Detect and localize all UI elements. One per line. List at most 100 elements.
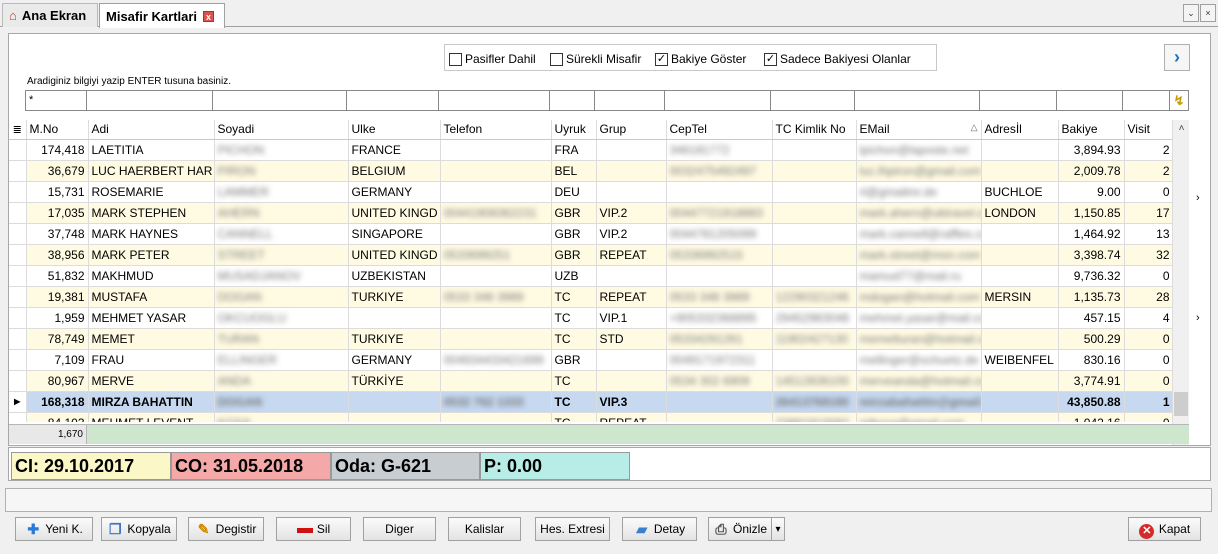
column-header[interactable]: TC Kimlik No [772,120,857,140]
table-cell[interactable]: 28 [1124,286,1172,308]
table-cell[interactable]: KOSA [214,412,349,422]
table-cell[interactable]: 11902427130 [772,328,857,350]
table-cell[interactable]: WEIBENFEL [981,349,1059,371]
expand-right-icon[interactable]: › [1196,192,1200,204]
table-cell[interactable]: 174,418 [26,139,89,161]
table-cell[interactable]: LONDON [981,202,1059,224]
table-cell[interactable]: 0049171972311 [666,349,773,371]
table-cell[interactable]: 1,042.16 [1058,412,1125,422]
table-cell[interactable] [596,265,667,287]
table-cell[interactable] [348,391,441,413]
table-cell[interactable]: mlkosa@gmail.com [856,412,982,422]
table-cell[interactable]: ELLINGER [214,349,349,371]
column-filter-input[interactable] [439,90,550,111]
table-cell[interactable]: UNITED KINGD [348,202,441,224]
table-cell[interactable]: MAKHMUD [88,265,215,287]
table-row[interactable]: 84,103 MEHMET LEVENT KOSA TC REPEAT 238819100… [9,412,1172,422]
table-cell[interactable]: 500.29 [1058,328,1125,350]
table-cell[interactable]: LAETITIA [88,139,215,161]
table-row[interactable]: 1,959 MEHMET YASAR OKCUOGLU TC VIP.1 +9053323… [9,307,1172,329]
table-cell[interactable] [440,265,552,287]
table-row[interactable]: 51,832 MAKHMUD MUSADJANOV UZBEKISTAN UZB mamu… [9,265,1172,287]
scroll-up-icon[interactable]: ˄ [1173,120,1190,137]
table-cell[interactable]: MERSIN [981,286,1059,308]
table-cell[interactable]: mark.ahern@uktravel.com [856,202,982,224]
table-cell[interactable]: MARK HAYNES [88,223,215,245]
table-cell[interactable]: 1 [1124,391,1172,413]
table-cell[interactable]: memetturan@hotmail.com [856,328,982,350]
table-cell[interactable]: MEHMET LEVENT [88,412,215,422]
table-cell[interactable] [348,307,441,329]
table-cell[interactable]: 0044781205099 [666,223,773,245]
table-cell[interactable]: 0 [1124,412,1172,422]
table-cell[interactable]: 51,832 [26,265,89,287]
kalislar-button[interactable]: Kalislar [448,517,521,541]
table-cell[interactable]: 80,967 [26,370,89,392]
yeni-kart-button[interactable]: ✚ Yeni K. [15,517,93,541]
table-cell[interactable] [666,265,773,287]
table-cell[interactable]: 346181772 [666,139,773,161]
table-cell[interactable]: MUSADJANOV [214,265,349,287]
table-cell[interactable]: DOGAN [214,391,349,413]
row-indicator[interactable] [9,307,27,329]
table-cell[interactable]: OKCUOGLU [214,307,349,329]
row-indicator[interactable] [9,181,27,203]
tab-ana-ekran[interactable]: ⌂ Ana Ekran [2,3,98,27]
table-cell[interactable]: UZB [551,265,597,287]
column-filter-input[interactable] [87,90,213,111]
row-indicator[interactable] [9,139,27,161]
table-cell[interactable]: UZBEKISTAN [348,265,441,287]
table-row[interactable]: 17,035 MARK STEPHEN AHERN UNITED KINGD 00441… [9,202,1172,224]
table-cell[interactable]: TURKIYE [348,328,441,350]
table-cell[interactable]: TC [551,412,597,422]
table-cell[interactable]: 0 [1124,328,1172,350]
table-cell[interactable]: STD [596,328,667,350]
table-row[interactable]: 174,418 LAETITIA PICHON FRANCE FRA 346181772 l… [9,139,1172,161]
table-cell[interactable]: lpichon@laposte.net [856,139,982,161]
table-cell[interactable]: STREET [214,244,349,266]
table-cell[interactable] [596,370,667,392]
table-cell[interactable] [440,139,552,161]
table-cell[interactable]: TC [551,391,597,413]
table-row[interactable]: 78,749 MEMET TURAN TURKIYE TC STD 05334291261 1… [9,328,1172,350]
table-cell[interactable]: 0 [1124,181,1172,203]
table-cell[interactable]: BELGIUM [348,160,441,182]
table-cell[interactable]: 26413768180 [772,391,857,413]
table-cell[interactable]: 00447721918883 [666,202,773,224]
table-cell[interactable]: PICHON [214,139,349,161]
table-cell[interactable]: GBR [551,223,597,245]
column-header[interactable]: M.No [26,120,89,140]
sadece-bakiyesi-olanlar-checkbox[interactable]: ✓ Sadece Bakiyesi Olanlar [764,52,911,66]
table-cell[interactable]: mdogan@hotmail.com [856,286,982,308]
column-filter-input[interactable] [1057,90,1123,111]
table-cell[interactable] [596,181,667,203]
table-cell[interactable]: LAMMER [214,181,349,203]
table-cell[interactable]: 05334291261 [666,328,773,350]
column-header[interactable]: Visit [1124,120,1172,140]
table-row[interactable]: 19,381 MUSTAFA DOGAN TURKIYE 0533 348 3989 TC… [9,286,1172,308]
table-cell[interactable]: 12290321246 [772,286,857,308]
table-cell[interactable]: GERMANY [348,349,441,371]
table-cell[interactable]: TC [551,307,597,329]
table-cell[interactable]: mark.street@msn.com [856,244,982,266]
table-cell[interactable]: 1,464.92 [1058,223,1125,245]
table-cell[interactable] [440,307,552,329]
table-cell[interactable]: 9.00 [1058,181,1125,203]
column-filter-input[interactable] [595,90,665,111]
table-cell[interactable]: merveanda@hotmail.com [856,370,982,392]
table-cell[interactable]: 00441908362231 [440,202,552,224]
table-cell[interactable] [981,223,1059,245]
table-row[interactable]: 80,967 MERVE ANDA TÜRKİYE TC 0534 302 6909 145… [9,370,1172,392]
table-cell[interactable]: VIP.2 [596,223,667,245]
table-cell[interactable]: 9,736.32 [1058,265,1125,287]
table-cell[interactable]: GBR [551,244,597,266]
table-cell[interactable]: 2 [1124,139,1172,161]
table-cell[interactable]: TC [551,328,597,350]
table-cell[interactable]: GBR [551,202,597,224]
table-cell[interactable] [772,202,857,224]
onizle-dropdown-button[interactable]: ▾ [771,517,785,541]
table-cell[interactable]: SINGAPORE [348,223,441,245]
column-header[interactable]: Adi [88,120,215,140]
table-cell[interactable] [440,328,552,350]
sil-button[interactable]: Sil [276,517,351,541]
